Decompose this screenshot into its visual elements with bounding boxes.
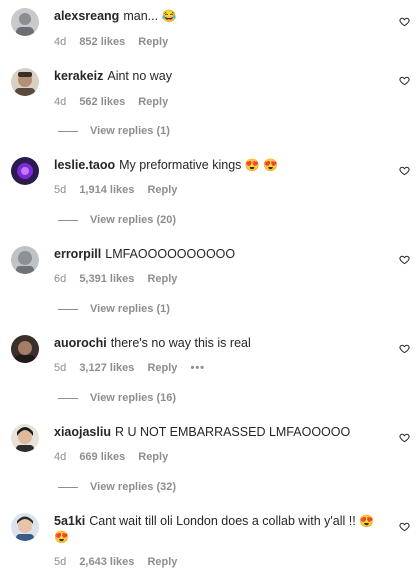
avatar[interactable] <box>11 513 39 541</box>
comment-time: 4d <box>54 36 67 48</box>
comment-text: LMFAOOOOOOOOOO <box>105 247 236 261</box>
comment-likes[interactable]: 5,391 likes <box>79 273 134 285</box>
avatar[interactable] <box>11 335 39 363</box>
reply-button[interactable]: Reply <box>147 362 177 374</box>
heart-outline-icon[interactable] <box>399 521 410 532</box>
comment-time: 4d <box>54 451 67 463</box>
view-replies-button[interactable]: View replies (1) <box>58 303 170 315</box>
heart-outline-icon[interactable] <box>399 16 410 27</box>
comment-text-line: xiaojasliu R U NOT EMBARRASSED LMFAOOOOO <box>54 424 385 440</box>
reply-button[interactable]: Reply <box>138 96 168 108</box>
view-replies-label: View replies (16) <box>90 392 177 404</box>
reply-button[interactable]: Reply <box>138 36 168 48</box>
heart-outline-icon[interactable] <box>399 254 410 265</box>
replies-divider <box>58 130 78 132</box>
comment-meta: 4d 852 likes Reply <box>54 36 168 48</box>
reply-button[interactable]: Reply <box>147 273 177 285</box>
replies-divider <box>58 486 78 488</box>
comment-meta: 5d 2,643 likes Reply <box>54 556 177 568</box>
view-replies-button[interactable]: View replies (1) <box>58 125 170 137</box>
comment-likes[interactable]: 669 likes <box>79 451 125 463</box>
heart-outline-icon[interactable] <box>399 165 410 176</box>
comment-time: 4d <box>54 96 67 108</box>
avatar[interactable] <box>11 246 39 274</box>
comment-likes[interactable]: 1,914 likes <box>79 184 134 196</box>
comment-text-line: auorochi there's no way this is real <box>54 335 385 351</box>
comment-meta: 4d 669 likes Reply <box>54 451 168 463</box>
avatar[interactable] <box>11 8 39 36</box>
heart-outline-icon[interactable] <box>399 75 410 86</box>
comment-text-line: leslie.taoo My preformative kings 😍 😍 <box>54 157 385 173</box>
view-replies-label: View replies (20) <box>90 214 177 226</box>
comment-text: My preformative kings <box>119 158 242 172</box>
comment-username[interactable]: leslie.taoo <box>54 158 115 172</box>
comment-likes[interactable]: 852 likes <box>79 36 125 48</box>
comment-text: there's no way this is real <box>110 336 251 350</box>
replies-divider <box>58 397 78 399</box>
comment-text-line: kerakeiz Aint no way <box>54 68 385 84</box>
replies-divider <box>58 308 78 310</box>
comment-username[interactable]: kerakeiz <box>54 69 103 83</box>
comment-username[interactable]: alexsreang <box>54 9 119 23</box>
avatar[interactable] <box>11 424 39 452</box>
view-replies-label: View replies (1) <box>90 303 170 315</box>
emoji: 😂 <box>161 9 177 23</box>
comment-time: 6d <box>54 273 67 285</box>
comment-text-line: errorpill LMFAOOOOOOOOOO <box>54 246 385 262</box>
reply-button[interactable]: Reply <box>147 184 177 196</box>
view-replies-button[interactable]: View replies (32) <box>58 481 176 493</box>
comment-text-line: 5a1ki Cant wait till oli London does a co… <box>54 513 385 545</box>
view-replies-label: View replies (32) <box>90 481 177 493</box>
comment-meta: 4d 562 likes Reply <box>54 96 168 108</box>
comment-likes[interactable]: 562 likes <box>79 96 125 108</box>
reply-button[interactable]: Reply <box>138 451 168 463</box>
comment-text: R U NOT EMBARRASSED LMFAOOOOO <box>114 425 351 439</box>
comment-meta: 5d 3,127 likes Reply ••• <box>54 362 205 374</box>
heart-outline-icon[interactable] <box>399 432 410 443</box>
comment-likes[interactable]: 2,643 likes <box>79 556 134 568</box>
comment-text-line: alexsreang man... 😂 <box>54 8 385 24</box>
reply-button[interactable]: Reply <box>147 556 177 568</box>
comment-time: 5d <box>54 556 67 568</box>
heart-outline-icon[interactable] <box>399 343 410 354</box>
view-replies-button[interactable]: View replies (20) <box>58 214 176 226</box>
view-replies-label: View replies (1) <box>90 125 170 137</box>
comment-time: 5d <box>54 362 67 374</box>
comment-likes[interactable]: 3,127 likes <box>79 362 134 374</box>
view-replies-button[interactable]: View replies (16) <box>58 392 176 404</box>
comment-username[interactable]: auorochi <box>54 336 107 350</box>
avatar[interactable] <box>11 68 39 96</box>
comment-meta: 5d 1,914 likes Reply <box>54 184 177 196</box>
comment-text: Aint no way <box>107 69 172 83</box>
avatar[interactable] <box>11 157 39 185</box>
emoji: 😍 😍 <box>244 158 279 172</box>
more-dots-icon[interactable]: ••• <box>190 362 205 374</box>
comment-meta: 6d 5,391 likes Reply <box>54 273 177 285</box>
comment-username[interactable]: xiaojasliu <box>54 425 111 439</box>
comment-username[interactable]: errorpill <box>54 247 101 261</box>
comment-time: 5d <box>54 184 67 196</box>
replies-divider <box>58 219 78 221</box>
comment-text: man... <box>123 9 159 23</box>
comment-username[interactable]: 5a1ki <box>54 514 85 528</box>
comment-text: Cant wait till oli London does a collab … <box>89 514 356 528</box>
